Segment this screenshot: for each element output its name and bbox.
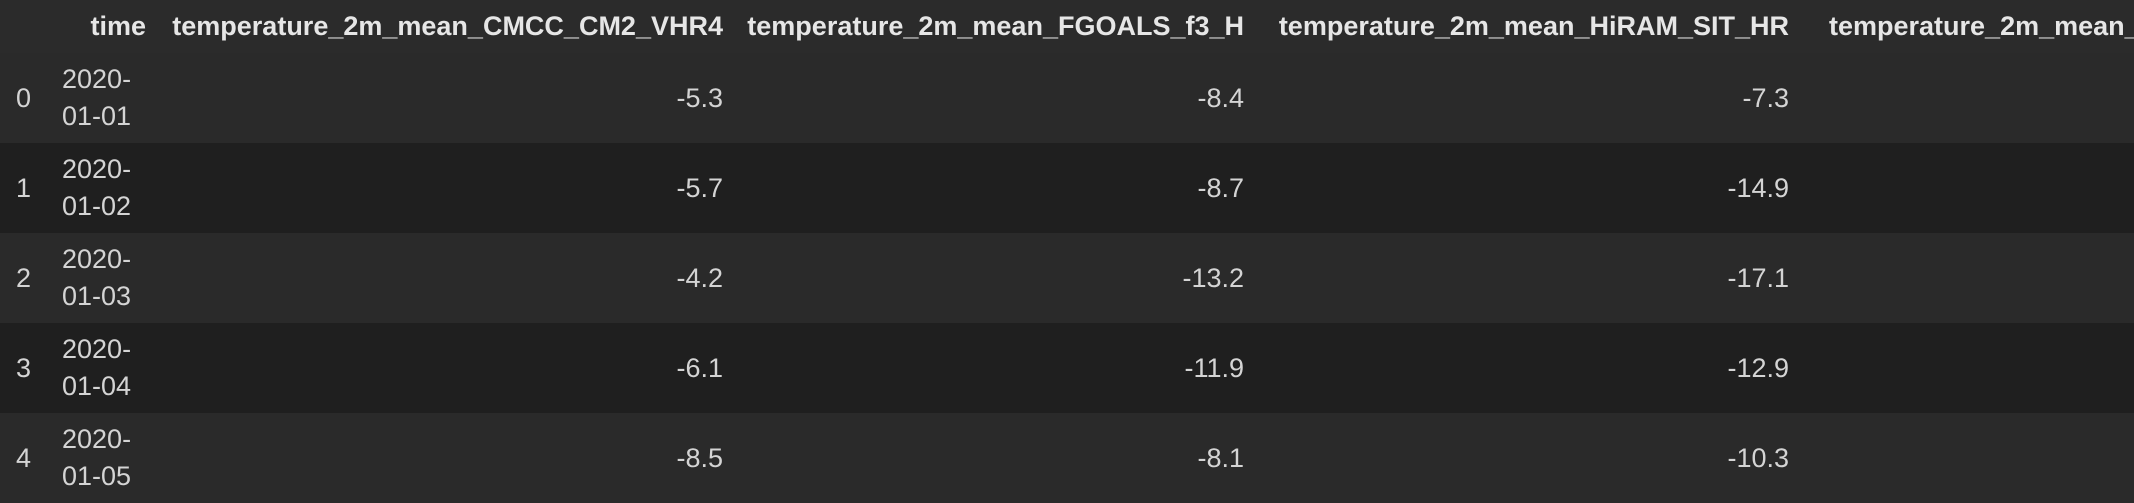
row-index: 1: [16, 172, 32, 203]
column-header-index: [0, 0, 44, 53]
row-index: 2: [16, 262, 32, 293]
row-index: 0: [16, 82, 32, 113]
cmcc-cell: -4.2: [676, 262, 723, 293]
next-cell: [1797, 323, 2134, 413]
table-row: 2 2020- 01-03 -4.2 -13.2 -17.1: [0, 233, 2134, 323]
table-header-row: time temperature_2m_mean_CMCC_CM2_VHR4 t…: [0, 0, 2134, 53]
time-cell: 2020- 01-03: [44, 233, 154, 323]
time-cell-line: 2020-: [62, 424, 132, 454]
time-cell-line: 2020-: [62, 244, 132, 274]
hiram-cell: -12.9: [1727, 352, 1789, 383]
hiram-cell: -14.9: [1727, 172, 1789, 203]
column-header-cmcc: temperature_2m_mean_CMCC_CM2_VHR4: [172, 11, 723, 41]
table-row: 4 2020- 01-05 -8.5 -8.1 -10.3: [0, 413, 2134, 503]
hiram-cell: -10.3: [1727, 442, 1789, 473]
time-cell: 2020- 01-01: [44, 53, 154, 143]
time-cell-line: 01-03: [62, 281, 132, 311]
time-cell: 2020- 01-05: [44, 413, 154, 503]
row-index: 3: [16, 352, 32, 383]
fgoals-cell: -8.4: [1197, 82, 1244, 113]
row-index: 4: [16, 442, 32, 473]
hiram-cell: -17.1: [1727, 262, 1789, 293]
table-row: 0 2020- 01-01 -5.3 -8.4 -7.3: [0, 53, 2134, 143]
table-row: 3 2020- 01-04 -6.1 -11.9 -12.9: [0, 323, 2134, 413]
fgoals-cell: -8.1: [1197, 442, 1244, 473]
cmcc-cell: -5.3: [676, 82, 723, 113]
table-row: 1 2020- 01-02 -5.7 -8.7 -14.9: [0, 143, 2134, 233]
time-cell: 2020- 01-04: [44, 323, 154, 413]
column-header-hiram: temperature_2m_mean_HiRAM_SIT_HR: [1278, 11, 1789, 41]
time-cell-line: 2020-: [62, 334, 132, 364]
time-cell-line: 2020-: [62, 154, 132, 184]
next-cell: [1797, 143, 2134, 233]
dataframe-table: time temperature_2m_mean_CMCC_CM2_VHR4 t…: [0, 0, 2134, 503]
time-cell-line: 01-01: [62, 101, 132, 131]
next-cell: [1797, 413, 2134, 503]
fgoals-cell: -8.7: [1197, 172, 1244, 203]
cmcc-cell: -5.7: [676, 172, 723, 203]
fgoals-cell: -13.2: [1182, 262, 1244, 293]
cmcc-cell: -8.5: [676, 442, 723, 473]
hiram-cell: -7.3: [1742, 82, 1789, 113]
time-cell: 2020- 01-02: [44, 143, 154, 233]
column-header-fgoals: temperature_2m_mean_FGOALS_f3_H: [747, 11, 1244, 41]
next-cell: [1797, 53, 2134, 143]
time-cell-line: 01-02: [62, 191, 132, 221]
time-cell-line: 2020-: [62, 64, 132, 94]
cmcc-cell: -6.1: [676, 352, 723, 383]
fgoals-cell: -11.9: [1184, 352, 1244, 383]
time-cell-line: 01-05: [62, 461, 132, 491]
next-cell: [1797, 233, 2134, 323]
dataframe-output: time temperature_2m_mean_CMCC_CM2_VHR4 t…: [0, 0, 2134, 503]
time-cell-line: 01-04: [62, 371, 132, 401]
column-header-next: temperature_2m_mean_I: [1829, 11, 2134, 41]
column-header-time: time: [90, 11, 146, 41]
